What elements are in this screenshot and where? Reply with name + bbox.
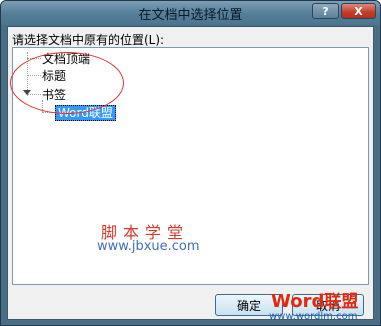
tree-prompt-label: 请选择文档中原有的位置(L): — [12, 33, 165, 47]
highlight-annotation-ring — [10, 52, 124, 114]
logo-cn: 联盟 — [324, 292, 359, 312]
help-button[interactable]: ? — [312, 3, 339, 19]
watermark-url: www.jbxue.com — [97, 239, 200, 254]
logo-url: www.wordlm.com — [269, 311, 358, 322]
site-logo: Word联盟 — [271, 287, 358, 312]
title-bar[interactable]: 在文档中选择位置 ? X — [1, 1, 380, 25]
logo-word: Word — [271, 291, 325, 312]
close-icon: X — [354, 4, 363, 18]
question-mark-icon: ? — [322, 4, 329, 18]
ok-button-label: 确定 — [236, 298, 261, 313]
close-button[interactable]: X — [341, 3, 376, 19]
dialog-window: 在文档中选择位置 ? X 请选择文档中原有的位置(L): 文档顶端 标题 书签 … — [0, 0, 381, 326]
